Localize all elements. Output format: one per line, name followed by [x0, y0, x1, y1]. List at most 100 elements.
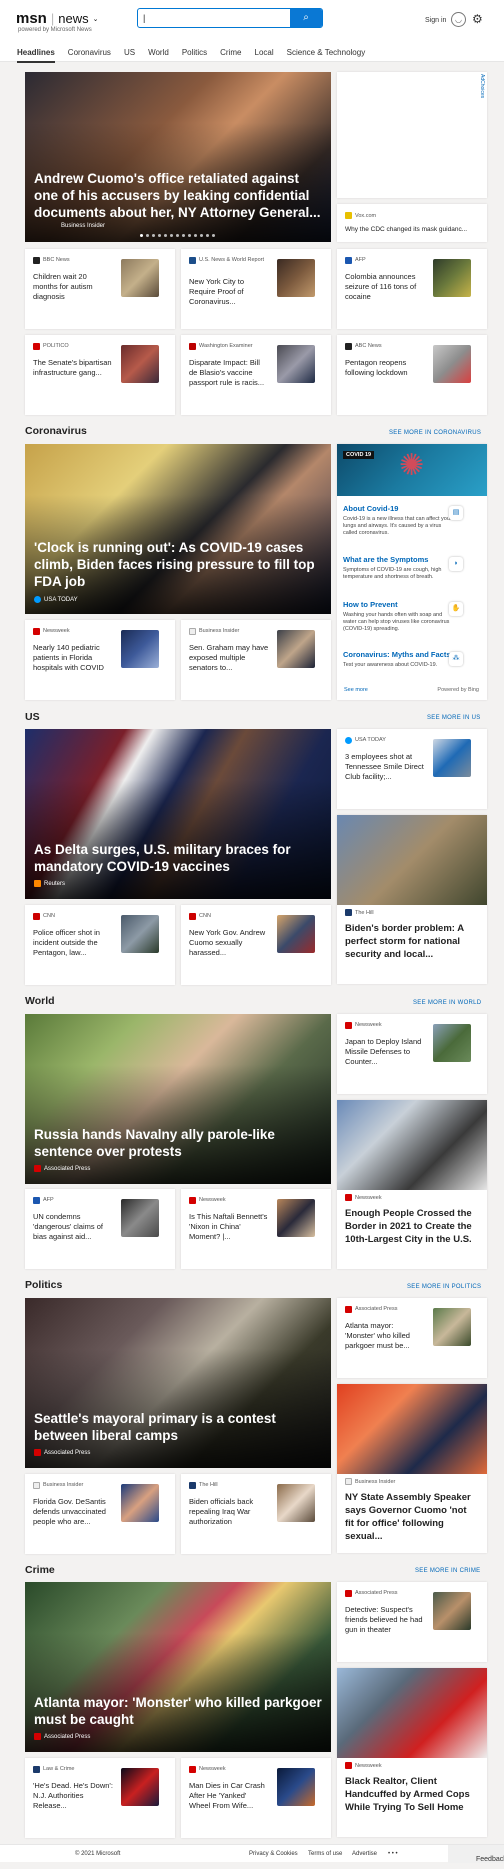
hero-headline[interactable]: Seattle's mayoral primary is a contest b…: [34, 1410, 284, 1444]
side-story-vox[interactable]: Vox.com Why the CDC changed its mask gui…: [337, 204, 487, 242]
section-heading-crime[interactable]: Crime: [25, 1564, 55, 1576]
story-title[interactable]: Biden's border problem: A perfect storm …: [345, 922, 475, 961]
story-card[interactable]: Law & Crime 'He's Dead. He's Down': N.J.…: [25, 1758, 175, 1838]
nav-local[interactable]: Local: [255, 48, 274, 63]
search-button[interactable]: ⌕: [290, 9, 322, 27]
story-title[interactable]: Black Realtor, Client Handcuffed by Arme…: [345, 1775, 475, 1814]
story-title[interactable]: Pentagon reopens following lockdown: [345, 358, 425, 378]
advertise-link[interactable]: Advertise: [352, 1851, 377, 1857]
hero-headline[interactable]: 'Clock is running out': As COVID-19 case…: [34, 539, 326, 590]
story-title[interactable]: Police officer shot in incident outside …: [33, 928, 113, 958]
story-card[interactable]: Newsweek Man Dies in Car Crash After He …: [181, 1758, 331, 1838]
hero-headline[interactable]: Atlanta mayor: 'Monster' who killed park…: [34, 1694, 331, 1728]
hero-headline[interactable]: Russia hands Navalny ally parole-like se…: [34, 1126, 284, 1160]
nav-politics[interactable]: Politics: [182, 48, 207, 63]
story-title[interactable]: New York City to Require Proof of Corona…: [189, 277, 269, 307]
more-options-icon[interactable]: • • •: [388, 1851, 398, 1857]
search-input[interactable]: | ⌕: [137, 8, 323, 28]
covid-item-title[interactable]: What are the Symptoms: [343, 555, 455, 564]
covid-item-myths[interactable]: Coronavirus: Myths and Facts Test your a…: [343, 650, 463, 669]
privacy-link[interactable]: Privacy & Cookies: [249, 1851, 298, 1857]
story-title[interactable]: Enough People Crossed the Border in 2021…: [345, 1207, 475, 1246]
covid-item-about[interactable]: About Covid-19 Covid-19 is a new illness…: [343, 504, 463, 537]
story-title[interactable]: Sen. Graham may have exposed multiple se…: [189, 643, 269, 673]
story-title[interactable]: Colombia announces seizure of 116 tons o…: [345, 272, 425, 302]
section-heading-us[interactable]: US: [25, 711, 40, 723]
story-card[interactable]: AFP UN condemns 'dangerous' claims of bi…: [25, 1189, 175, 1269]
story-card[interactable]: Washington Examiner Disparate Impact: Bi…: [181, 335, 331, 415]
carousel-dots[interactable]: [140, 234, 215, 237]
story-card[interactable]: POLITICO The Senate's bipartisan infrast…: [25, 335, 175, 415]
story-card-large[interactable]: Newsweek Enough People Crossed the Borde…: [337, 1100, 487, 1269]
section-heading-world[interactable]: World: [25, 995, 55, 1007]
gear-icon[interactable]: ⚙: [472, 12, 483, 26]
nav-us[interactable]: US: [124, 48, 135, 63]
chevron-down-icon[interactable]: ⌄: [93, 15, 99, 23]
story-card[interactable]: Associated Press Detective: Suspect's fr…: [337, 1582, 487, 1662]
coronavirus-hero-story[interactable]: 'Clock is running out': As COVID-19 case…: [25, 444, 331, 614]
story-card[interactable]: Business Insider Sen. Graham may have ex…: [181, 620, 331, 700]
top-hero-story[interactable]: Andrew Cuomo's office retaliated against…: [25, 72, 331, 242]
story-card[interactable]: Newsweek Japan to Deploy Island Missile …: [337, 1014, 487, 1094]
advertisement-slot[interactable]: AdChoices: [337, 72, 487, 198]
nav-science-technology[interactable]: Science & Technology: [287, 48, 366, 63]
story-title[interactable]: Biden officials back repealing Iraq War …: [189, 1497, 269, 1527]
nav-headlines[interactable]: Headlines: [17, 48, 55, 63]
see-more-us[interactable]: SEE MORE IN US: [427, 715, 481, 721]
story-card[interactable]: CNN Police officer shot in incident outs…: [25, 905, 175, 985]
world-hero-story[interactable]: Russia hands Navalny ally parole-like se…: [25, 1014, 331, 1184]
story-card[interactable]: Associated Press Atlanta mayor: 'Monster…: [337, 1298, 487, 1378]
story-card[interactable]: AFP Colombia announces seizure of 116 to…: [337, 249, 487, 329]
nav-crime[interactable]: Crime: [220, 48, 241, 63]
section-heading-coronavirus[interactable]: Coronavirus: [25, 425, 87, 437]
section-heading-politics[interactable]: Politics: [25, 1279, 62, 1291]
story-title[interactable]: Disparate Impact: Bill de Blasio's vacci…: [189, 358, 269, 388]
story-card-large[interactable]: Business Insider NY State Assembly Speak…: [337, 1384, 487, 1553]
feedback-button[interactable]: Feedback: [448, 1845, 504, 1863]
story-title[interactable]: 3 employees shot at Tennessee Smile Dire…: [345, 752, 425, 782]
story-card[interactable]: ABC News Pentagon reopens following lock…: [337, 335, 487, 415]
politics-hero-story[interactable]: Seattle's mayoral primary is a contest b…: [25, 1298, 331, 1468]
story-card-large[interactable]: Newsweek Black Realtor, Client Handcuffe…: [337, 1668, 487, 1837]
see-more-coronavirus[interactable]: SEE MORE IN CORONAVIRUS: [389, 430, 481, 436]
covid-see-more-link[interactable]: See more: [344, 687, 368, 693]
terms-link[interactable]: Terms of use: [308, 1851, 342, 1857]
story-title[interactable]: Children wait 20 months for autism diagn…: [33, 272, 113, 302]
user-avatar-icon[interactable]: ◡: [451, 12, 466, 27]
story-title[interactable]: The Senate's bipartisan infrastructure g…: [33, 358, 113, 378]
nav-world[interactable]: World: [148, 48, 169, 63]
covid-item-title[interactable]: Coronavirus: Myths and Facts: [343, 650, 455, 659]
story-card[interactable]: The Hill Biden officials back repealing …: [181, 1474, 331, 1554]
see-more-politics[interactable]: SEE MORE IN POLITICS: [407, 1284, 481, 1290]
covid-item-title[interactable]: About Covid-19: [343, 504, 455, 513]
story-title[interactable]: Nearly 140 pediatric patients in Florida…: [33, 643, 113, 673]
story-title[interactable]: NY State Assembly Speaker says Governor …: [345, 1491, 475, 1543]
story-card-large[interactable]: The Hill Biden's border problem: A perfe…: [337, 815, 487, 984]
covid-item-symptoms[interactable]: What are the Symptoms Symptoms of COVID-…: [343, 555, 463, 581]
story-title[interactable]: Florida Gov. DeSantis defends unvaccinat…: [33, 1497, 113, 1527]
story-title[interactable]: UN condemns 'dangerous' claims of bias a…: [33, 1212, 113, 1242]
us-hero-story[interactable]: As Delta surges, U.S. military braces fo…: [25, 729, 331, 899]
story-title[interactable]: Detective: Suspect's friends believed he…: [345, 1605, 425, 1635]
story-title[interactable]: New York Gov. Andrew Cuomo sexually hara…: [189, 928, 269, 958]
story-card[interactable]: USA TODAY 3 employees shot at Tennessee …: [337, 729, 487, 809]
ad-choices-label[interactable]: AdChoices: [479, 74, 485, 98]
covid-item-title[interactable]: How to Prevent: [343, 600, 455, 609]
msn-logo[interactable]: msn | news ⌄: [16, 10, 98, 27]
sign-in-link[interactable]: Sign in: [425, 17, 446, 24]
see-more-world[interactable]: SEE MORE IN WORLD: [413, 1000, 481, 1006]
story-title[interactable]: Japan to Deploy Island Missile Defenses …: [345, 1037, 425, 1067]
story-title[interactable]: Man Dies in Car Crash After He 'Yanked' …: [189, 1781, 269, 1811]
covid-item-prevent[interactable]: How to Prevent Washing your hands often …: [343, 600, 463, 633]
story-card[interactable]: Newsweek Is This Naftali Bennett's 'Nixo…: [181, 1189, 331, 1269]
story-card[interactable]: Business Insider Florida Gov. DeSantis d…: [25, 1474, 175, 1554]
story-title[interactable]: Atlanta mayor: 'Monster' who killed park…: [345, 1321, 425, 1351]
hero-headline[interactable]: Andrew Cuomo's office retaliated against…: [34, 170, 326, 221]
story-card[interactable]: CNN New York Gov. Andrew Cuomo sexually …: [181, 905, 331, 985]
see-more-crime[interactable]: SEE MORE IN CRIME: [415, 1568, 480, 1574]
hero-headline[interactable]: As Delta surges, U.S. military braces fo…: [34, 841, 294, 875]
nav-coronavirus[interactable]: Coronavirus: [68, 48, 111, 63]
story-title[interactable]: Is This Naftali Bennett's 'Nixon in Chin…: [189, 1212, 269, 1242]
story-card[interactable]: Newsweek Nearly 140 pediatric patients i…: [25, 620, 175, 700]
story-title[interactable]: Why the CDC changed its mask guidanc...: [345, 226, 481, 233]
